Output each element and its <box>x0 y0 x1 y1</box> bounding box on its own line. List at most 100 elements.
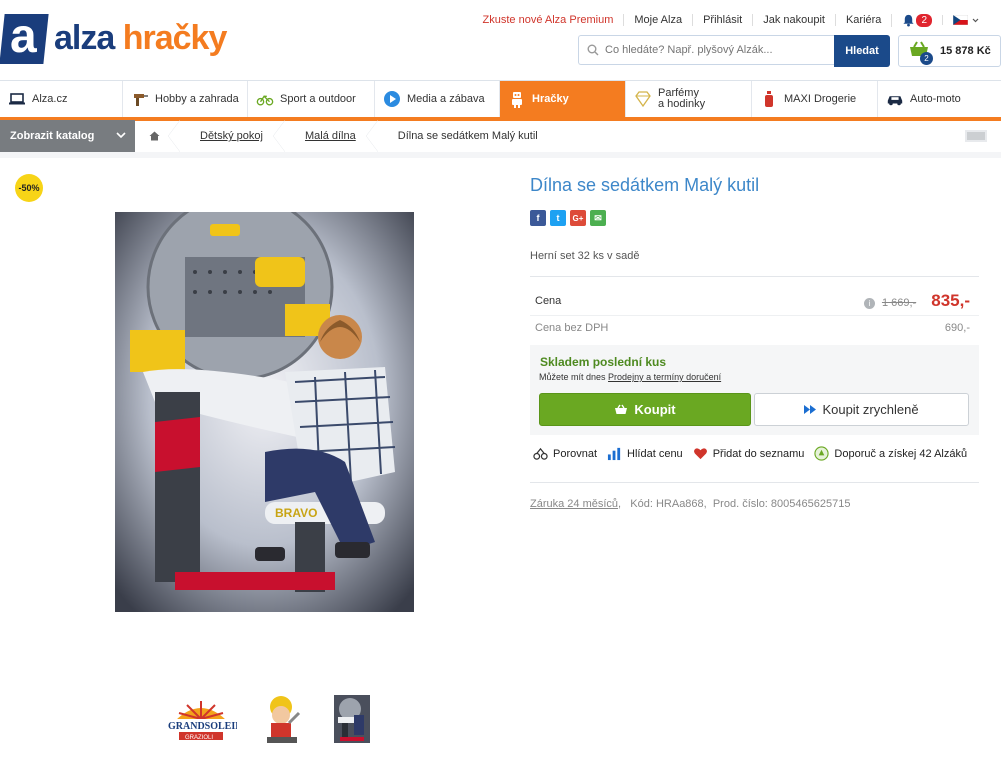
logo-hracky: hračky <box>122 19 228 57</box>
cart-button[interactable]: 2 15 878 Kč <box>898 35 1001 67</box>
compare-icon <box>533 447 548 460</box>
basket-icon <box>615 404 628 414</box>
breadcrumb-label: Dětský pokoj <box>200 130 263 142</box>
twitter-icon[interactable]: t <box>550 210 566 226</box>
language-selector[interactable] <box>942 15 983 25</box>
quick-buy-label: Koupit zrychleně <box>822 402 919 417</box>
basket-icon: 2 <box>907 41 933 65</box>
delivery-link[interactable]: Prodejny a termíny doručení <box>608 372 721 382</box>
chevron-down-icon <box>116 132 126 139</box>
current-price: 835,- <box>931 291 970 310</box>
watch-price-label: Hlídat cenu <box>627 447 683 460</box>
compare-action[interactable]: Porovnat <box>533 446 597 461</box>
category-auto-moto[interactable]: Auto-moto <box>878 81 1001 117</box>
old-price: 1 669,- <box>881 297 917 309</box>
email-icon[interactable]: ✉ <box>590 210 606 226</box>
price-group: i 1 669,- 835,- <box>863 291 970 311</box>
category-hracky[interactable]: Hračky <box>500 81 626 117</box>
stock-box: Skladem poslední kus Můžete mít dnes Pro… <box>530 345 979 435</box>
search-bar: Hledat <box>578 35 890 67</box>
product-actions: Porovnat Hlídat cenu Přidat do seznamu D… <box>533 446 967 461</box>
thumbnail-strip: GRANDSOLEIL GRAZIOLI <box>165 693 377 745</box>
laptop-icon <box>9 93 25 105</box>
heart-icon <box>693 448 707 460</box>
fast-forward-icon <box>804 405 817 414</box>
breadcrumb-home[interactable] <box>135 120 180 152</box>
recommend-action[interactable]: Doporuč a získej 42 Alzáků <box>814 446 967 461</box>
product-subtitle: Herní set 32 ks v sadě <box>530 250 640 262</box>
watch-price-action[interactable]: Hlídat cenu <box>607 446 683 461</box>
product-title: Dílna se sedátkem Malý kutil <box>530 175 760 195</box>
product-thumbnail[interactable] <box>257 693 307 745</box>
mascot-thumbnail-image <box>267 696 301 743</box>
divider-strip <box>0 152 1001 158</box>
bicycle-icon <box>256 95 274 106</box>
price-watch-icon <box>607 447 621 461</box>
breadcrumb-current: Dílna se sedátkem Malý kutil <box>378 120 560 152</box>
top-links: Zkuste nové Alza Premium Moje Alza Přihl… <box>473 12 983 28</box>
login-link[interactable]: Přihlásit <box>692 14 752 26</box>
price-novat: 690,- <box>944 322 970 334</box>
compare-label: Porovnat <box>553 447 598 460</box>
logo-text: alza hračky <box>54 16 228 60</box>
catalog-bar: Zobrazit katalog Dětský pokoj Malá dílna… <box>0 120 1001 153</box>
info-icon[interactable]: i <box>863 297 875 309</box>
price-row: Cena i 1 669,- 835,- <box>535 291 970 311</box>
alza-logo[interactable]: a alza hračky <box>0 10 252 66</box>
chevron-down-icon <box>972 18 979 22</box>
category-label: Alza.cz <box>32 93 68 105</box>
category-parfemy[interactable]: Parfémy a hodinky <box>626 81 752 117</box>
quick-buy-button[interactable]: Koupit zrychleně <box>754 393 969 426</box>
show-catalog-button[interactable]: Zobrazit katalog <box>0 120 135 152</box>
logo-mark-letter: a <box>10 10 37 63</box>
svg-text:GRAZIOLI: GRAZIOLI <box>185 735 213 741</box>
category-alza-cz[interactable]: Alza.cz <box>0 81 123 117</box>
product-meta: Záruka 24 měsíců, Kód: HRAa868, Prod. čí… <box>530 498 850 510</box>
category-label: Hobby a zahrada <box>155 93 239 105</box>
breadcrumb-item[interactable]: Dětský pokoj <box>180 120 285 152</box>
robot-icon <box>512 92 522 108</box>
category-label: Media a zábava <box>407 93 485 105</box>
search-button[interactable]: Hledat <box>834 35 890 67</box>
category-media[interactable]: Media a zábava <box>375 81 500 117</box>
career-link[interactable]: Kariéra <box>834 14 891 26</box>
category-nav: Alza.cz Hobby a zahrada Sport a outdoor … <box>0 80 1001 121</box>
header: a alza hračky Zkuste nové Alza Premium M… <box>0 0 1001 80</box>
category-label: MAXI Drogerie <box>784 93 857 105</box>
facebook-icon[interactable]: f <box>530 210 546 226</box>
product-thumbnail[interactable] <box>327 693 377 745</box>
divider <box>530 276 979 277</box>
warranty-link[interactable]: Záruka 24 měsíců <box>530 498 618 510</box>
buy-label: Koupit <box>634 402 676 417</box>
googleplus-icon[interactable]: G+ <box>570 210 586 226</box>
how-to-buy-link[interactable]: Jak nakoupit <box>752 14 835 26</box>
divider <box>530 482 979 483</box>
breadcrumb-item[interactable]: Malá dílna <box>285 120 378 152</box>
buy-button[interactable]: Koupit <box>539 393 751 426</box>
my-alza-link[interactable]: Moje Alza <box>623 14 692 26</box>
category-hobby[interactable]: Hobby a zahrada <box>123 81 248 117</box>
category-sport[interactable]: Sport a outdoor <box>248 81 375 117</box>
product-image[interactable]: BRAVO <box>115 212 414 612</box>
grandsoleil-logo: GRANDSOLEIL GRAZIOLI <box>167 701 237 741</box>
czech-flag-icon <box>953 15 968 25</box>
svg-text:BRAVO: BRAVO <box>275 506 317 520</box>
play-icon <box>384 91 400 107</box>
category-drogerie[interactable]: MAXI Drogerie <box>752 81 878 117</box>
product-number: Prod. číslo: 8005465625715 <box>712 498 851 510</box>
search-input[interactable] <box>578 35 834 65</box>
cart-total: 15 878 Kč <box>940 45 991 57</box>
car-icon <box>887 96 903 106</box>
logo-alza: alza <box>54 19 115 57</box>
alzak-icon <box>814 446 830 461</box>
premium-link[interactable]: Zkuste nové Alza Premium <box>473 14 624 26</box>
breadcrumb: Dětský pokoj Malá dílna Dílna se sedátke… <box>135 120 560 152</box>
add-to-list-label: Přidat do seznamu <box>712 447 805 460</box>
barcode-icon[interactable] <box>965 130 987 142</box>
brand-logo-thumbnail[interactable]: GRANDSOLEIL GRAZIOLI <box>165 693 237 745</box>
bottle-icon <box>765 91 773 107</box>
add-to-list-action[interactable]: Přidat do seznamu <box>693 446 805 461</box>
category-label: Auto-moto <box>910 93 961 105</box>
discount-badge: -50% <box>15 174 43 202</box>
notifications-button[interactable]: 2 <box>891 13 942 27</box>
